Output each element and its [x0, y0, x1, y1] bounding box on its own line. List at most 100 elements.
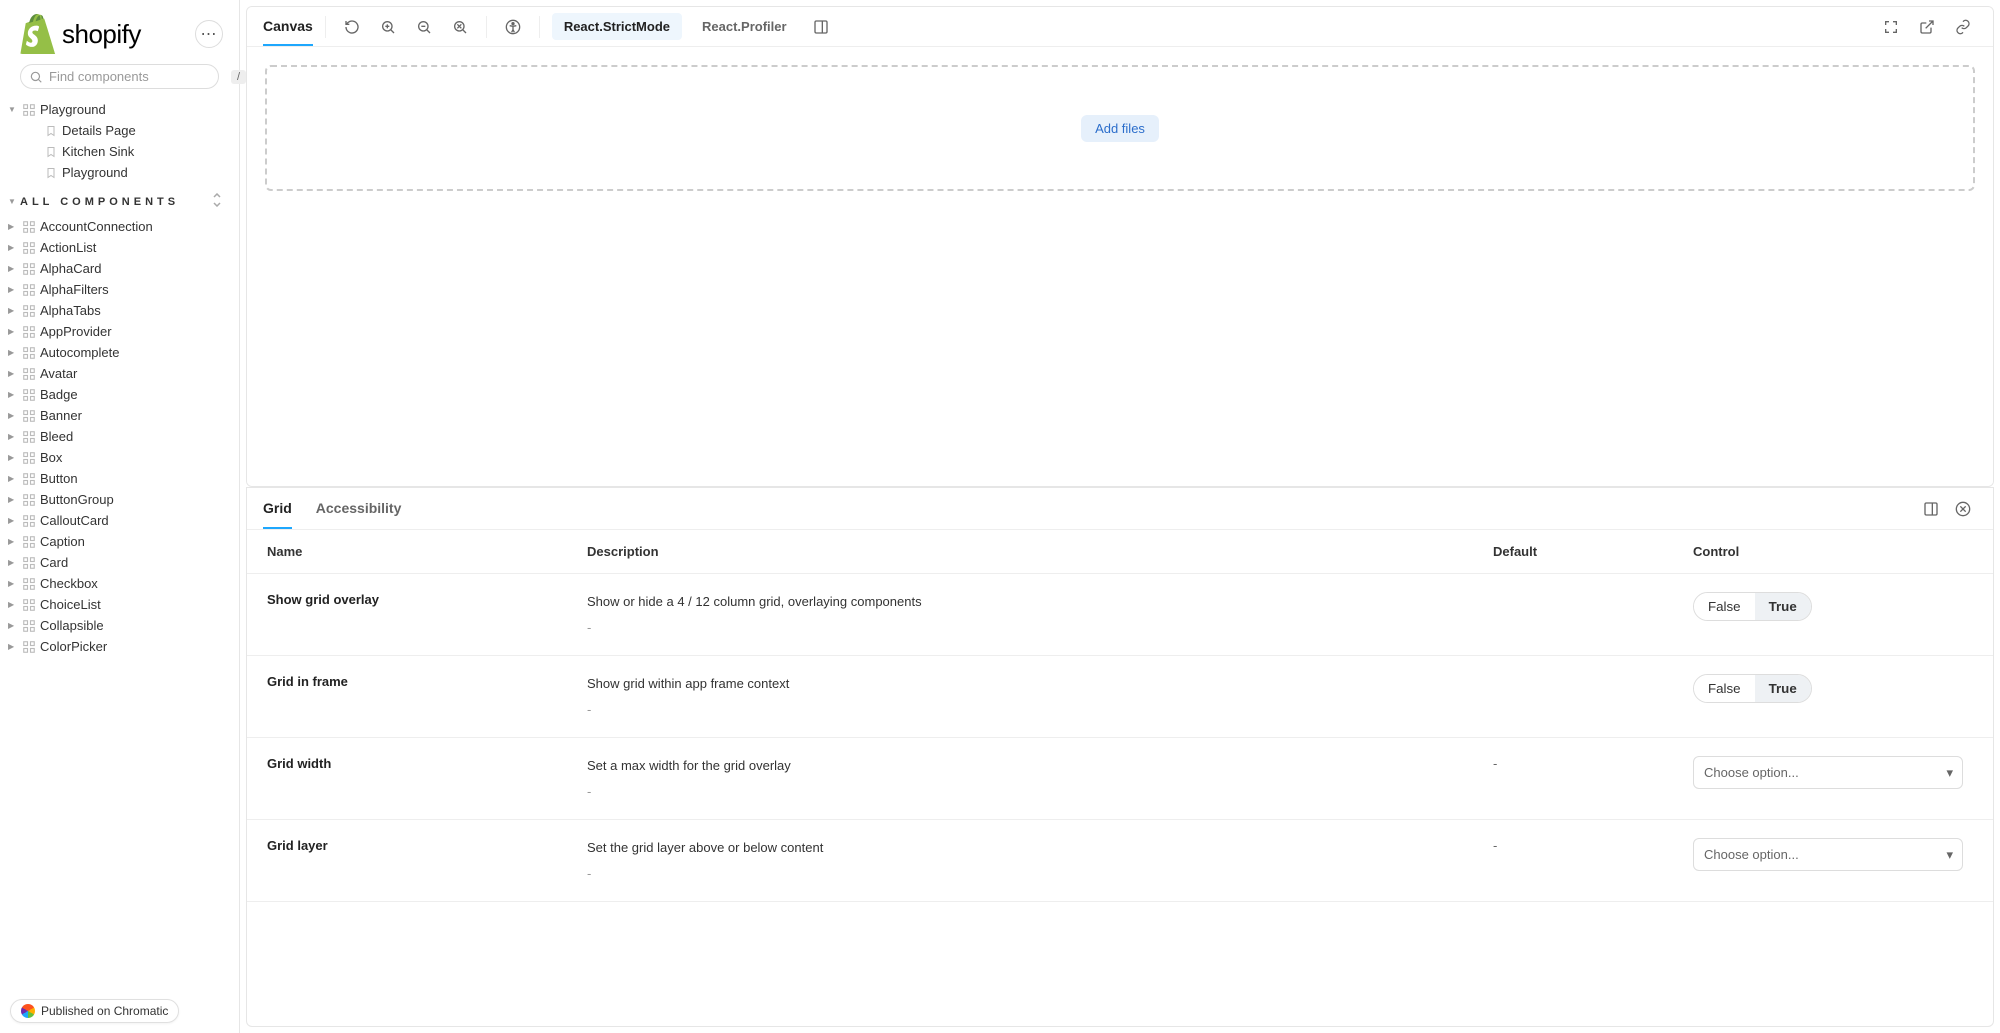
chromatic-badge[interactable]: Published on Chromatic [10, 999, 179, 1023]
tab-grid[interactable]: Grid [263, 489, 292, 529]
link-icon[interactable] [1949, 13, 1977, 41]
grid-icon [22, 283, 36, 297]
control-default [1473, 574, 1673, 610]
tree-component[interactable]: ▶AccountConnection [0, 216, 239, 237]
pill-strictmode[interactable]: React.StrictMode [552, 13, 682, 40]
accessibility-icon[interactable] [499, 13, 527, 41]
select-control[interactable]: Choose option... [1693, 838, 1963, 871]
grid-icon [22, 451, 36, 465]
tree-component[interactable]: ▶ActionList [0, 237, 239, 258]
grid-icon [22, 388, 36, 402]
caret-right-icon: ▶ [8, 579, 18, 588]
fullscreen-icon[interactable] [1877, 13, 1905, 41]
control-row: Grid layerSet the grid layer above or be… [247, 820, 1993, 902]
tree-component[interactable]: ▶Card [0, 552, 239, 573]
caret-right-icon: ▶ [8, 432, 18, 441]
tree-component[interactable]: ▶Avatar [0, 363, 239, 384]
close-panel-icon[interactable] [1949, 495, 1977, 523]
layout-icon[interactable] [807, 13, 835, 41]
tab-canvas[interactable]: Canvas [263, 8, 313, 46]
tree-component[interactable]: ▶Bleed [0, 426, 239, 447]
tree-component[interactable]: ▶Box [0, 447, 239, 468]
tree-component[interactable]: ▶ButtonGroup [0, 489, 239, 510]
caret-right-icon: ▶ [8, 495, 18, 504]
grid-icon [22, 577, 36, 591]
tree-component[interactable]: ▶AlphaCard [0, 258, 239, 279]
tree-label: Avatar [40, 366, 77, 381]
tree-component[interactable]: ▶Button [0, 468, 239, 489]
pill-profiler[interactable]: React.Profiler [690, 13, 799, 40]
add-files-button[interactable]: Add files [1081, 115, 1159, 142]
tree-story[interactable]: Playground [0, 162, 239, 183]
tree-label: ChoiceList [40, 597, 101, 612]
select-control[interactable]: Choose option... [1693, 756, 1963, 789]
toggle-false[interactable]: False [1694, 593, 1755, 620]
grid-icon [22, 241, 36, 255]
tree-label: AppProvider [40, 324, 112, 339]
toggle-true[interactable]: True [1755, 675, 1811, 702]
grid-icon [22, 514, 36, 528]
section-title: ALL COMPONENTS [20, 196, 179, 208]
control-default: - [1473, 738, 1673, 789]
control-name: Grid width [247, 738, 567, 789]
file-dropzone[interactable]: Add files [265, 65, 1975, 191]
zoom-reset-icon[interactable] [446, 13, 474, 41]
caret-right-icon: ▶ [8, 537, 18, 546]
sidebar-more-button[interactable]: ⋯ [195, 20, 223, 48]
bookmark-icon [44, 145, 58, 159]
brand-logo: shopify [20, 14, 141, 54]
brand-name: shopify [62, 19, 141, 50]
tree-component[interactable]: ▶Autocomplete [0, 342, 239, 363]
grid-icon [22, 325, 36, 339]
col-name: Name [247, 530, 567, 573]
grid-icon [22, 304, 36, 318]
tree-story[interactable]: Kitchen Sink [0, 141, 239, 162]
tree-component[interactable]: ▶AppProvider [0, 321, 239, 342]
zoom-out-icon[interactable] [410, 13, 438, 41]
caret-right-icon: ▶ [8, 306, 18, 315]
tree-label: Playground [40, 102, 106, 117]
tree-component[interactable]: ▶ColorPicker [0, 636, 239, 657]
bookmark-icon [44, 124, 58, 138]
tree-component[interactable]: ▶AlphaFilters [0, 279, 239, 300]
tree-label: CalloutCard [40, 513, 109, 528]
control-description: Show or hide a 4 / 12 column grid, overl… [567, 574, 1473, 655]
addons-panel: Grid Accessibility Name Description Defa… [246, 487, 1994, 1027]
toggle-true[interactable]: True [1755, 593, 1811, 620]
tree-component[interactable]: ▶Badge [0, 384, 239, 405]
tree-component[interactable]: ▶Caption [0, 531, 239, 552]
tree-component[interactable]: ▶CalloutCard [0, 510, 239, 531]
control-description: Show grid within app frame context- [567, 656, 1473, 737]
tree-label: ColorPicker [40, 639, 107, 654]
boolean-toggle[interactable]: FalseTrue [1693, 592, 1812, 621]
caret-right-icon: ▶ [8, 390, 18, 399]
tree-component[interactable]: ▶ChoiceList [0, 594, 239, 615]
tree-label: Checkbox [40, 576, 98, 591]
panel-position-icon[interactable] [1917, 495, 1945, 523]
toggle-false[interactable]: False [1694, 675, 1755, 702]
controls-table: Name Description Default Control Show gr… [247, 530, 1993, 1026]
boolean-toggle[interactable]: FalseTrue [1693, 674, 1812, 703]
tree-label: AlphaFilters [40, 282, 109, 297]
grid-icon [22, 103, 36, 117]
reload-icon[interactable] [338, 13, 366, 41]
open-external-icon[interactable] [1913, 13, 1941, 41]
search-input-wrap[interactable]: / [20, 64, 219, 89]
grid-icon [22, 493, 36, 507]
tree-component[interactable]: ▶Collapsible [0, 615, 239, 636]
tree-story[interactable]: Details Page [0, 120, 239, 141]
control-default: - [1473, 820, 1673, 871]
tree-folder-playground[interactable]: ▼ Playground [0, 99, 239, 120]
tree-component[interactable]: ▶Banner [0, 405, 239, 426]
grid-icon [22, 598, 36, 612]
collapse-expand-icon[interactable] [211, 193, 223, 210]
all-components-header[interactable]: ▼ ALL COMPONENTS [0, 183, 239, 216]
tab-accessibility[interactable]: Accessibility [316, 489, 402, 529]
tree-label: Autocomplete [40, 345, 120, 360]
tree-label: AccountConnection [40, 219, 153, 234]
zoom-in-icon[interactable] [374, 13, 402, 41]
control-default [1473, 656, 1673, 692]
tree-component[interactable]: ▶AlphaTabs [0, 300, 239, 321]
tree-component[interactable]: ▶ Checkbox [0, 573, 239, 594]
search-input[interactable] [49, 69, 225, 84]
